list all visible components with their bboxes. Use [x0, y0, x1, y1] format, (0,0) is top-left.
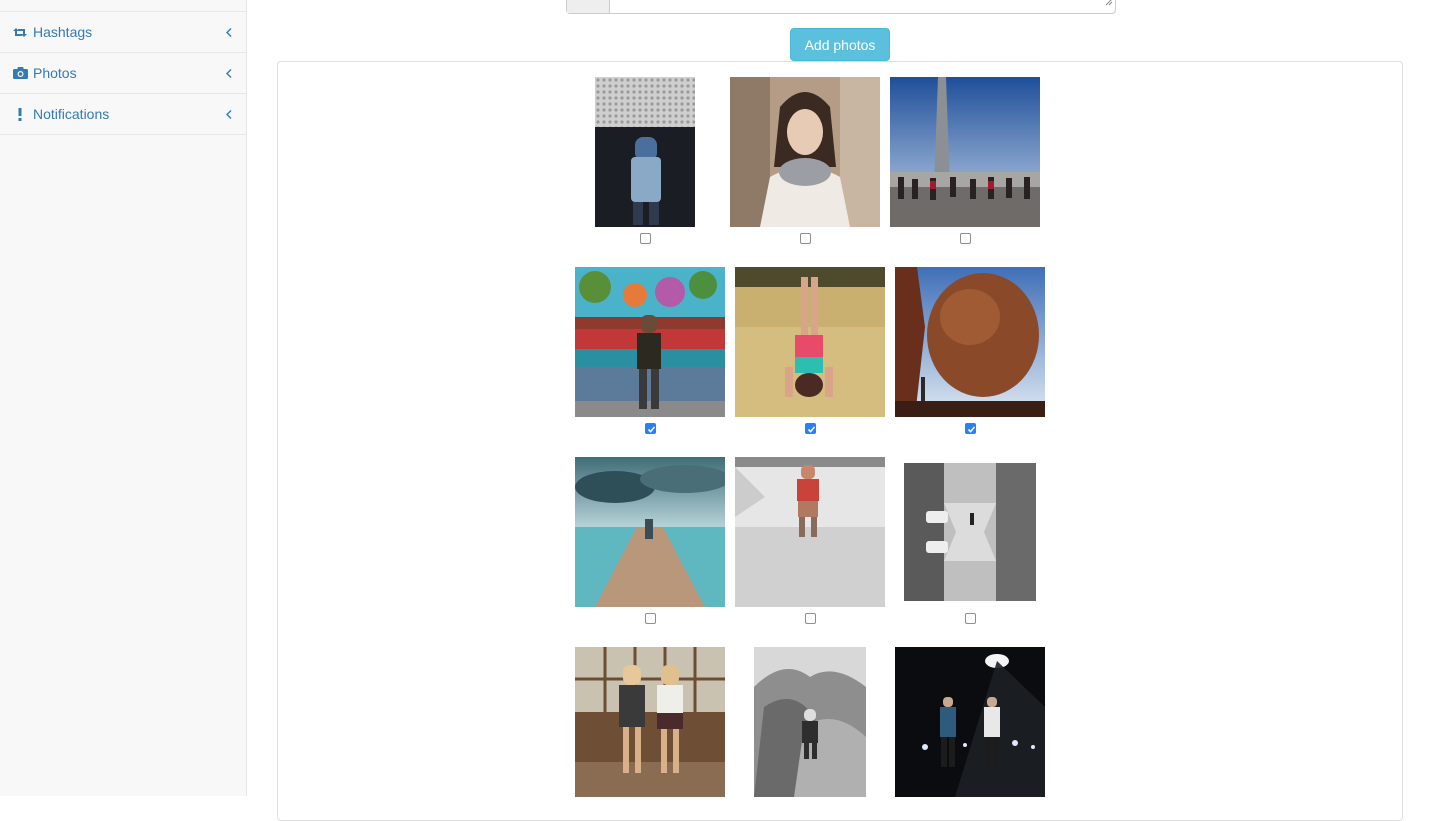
exclamation-icon — [12, 107, 28, 121]
photo-thumbnail[interactable] — [904, 463, 1036, 601]
textarea-addon — [567, 0, 610, 13]
photo-select-checkbox[interactable] — [805, 423, 816, 434]
sidebar: Hashtags Photos Notifications — [0, 0, 247, 796]
photo-thumbnail[interactable] — [730, 77, 880, 227]
photo-gallery — [277, 61, 1403, 821]
photo-thumbnail[interactable] — [895, 647, 1045, 797]
chevron-left-icon — [226, 24, 232, 40]
photo-thumbnail[interactable] — [575, 267, 725, 417]
resize-grip-icon[interactable] — [1105, 0, 1113, 11]
photo-thumbnail[interactable] — [575, 647, 725, 797]
photo-select-checkbox[interactable] — [965, 613, 976, 624]
chevron-left-icon — [226, 106, 232, 122]
sidebar-item-label: Photos — [33, 65, 77, 81]
sidebar-item-label: Hashtags — [33, 24, 93, 40]
caption-textarea[interactable] — [610, 0, 1115, 13]
photo-thumbnail[interactable] — [890, 77, 1040, 227]
checkmark-icon — [807, 426, 816, 433]
photo-thumbnail[interactable] — [754, 647, 866, 797]
retweet-icon — [12, 25, 28, 39]
photo-select-checkbox[interactable] — [960, 233, 971, 244]
photo-select-checkbox[interactable] — [800, 233, 811, 244]
photo-select-checkbox[interactable] — [640, 233, 651, 244]
chevron-left-icon — [226, 65, 232, 81]
sidebar-item-notifications[interactable]: Notifications — [0, 94, 246, 135]
sidebar-item-hashtags[interactable]: Hashtags — [0, 12, 246, 53]
photo-select-checkbox[interactable] — [805, 613, 816, 624]
photo-select-checkbox[interactable] — [965, 423, 976, 434]
camera-icon — [12, 66, 28, 80]
photo-thumbnail[interactable] — [735, 267, 885, 417]
sidebar-top-divider — [0, 0, 246, 12]
photo-thumbnail[interactable] — [575, 457, 725, 607]
sidebar-item-photos[interactable]: Photos — [0, 53, 246, 94]
photo-thumbnail[interactable] — [595, 77, 695, 227]
photo-select-checkbox[interactable] — [645, 613, 656, 624]
caption-textarea-group — [566, 0, 1116, 14]
checkmark-icon — [647, 426, 656, 433]
sidebar-item-label: Notifications — [33, 106, 110, 122]
add-photos-button[interactable]: Add photos — [790, 28, 890, 61]
photo-thumbnail[interactable] — [735, 457, 885, 607]
photo-thumbnail[interactable] — [895, 267, 1045, 417]
checkmark-icon — [967, 426, 976, 433]
photo-select-checkbox[interactable] — [645, 423, 656, 434]
